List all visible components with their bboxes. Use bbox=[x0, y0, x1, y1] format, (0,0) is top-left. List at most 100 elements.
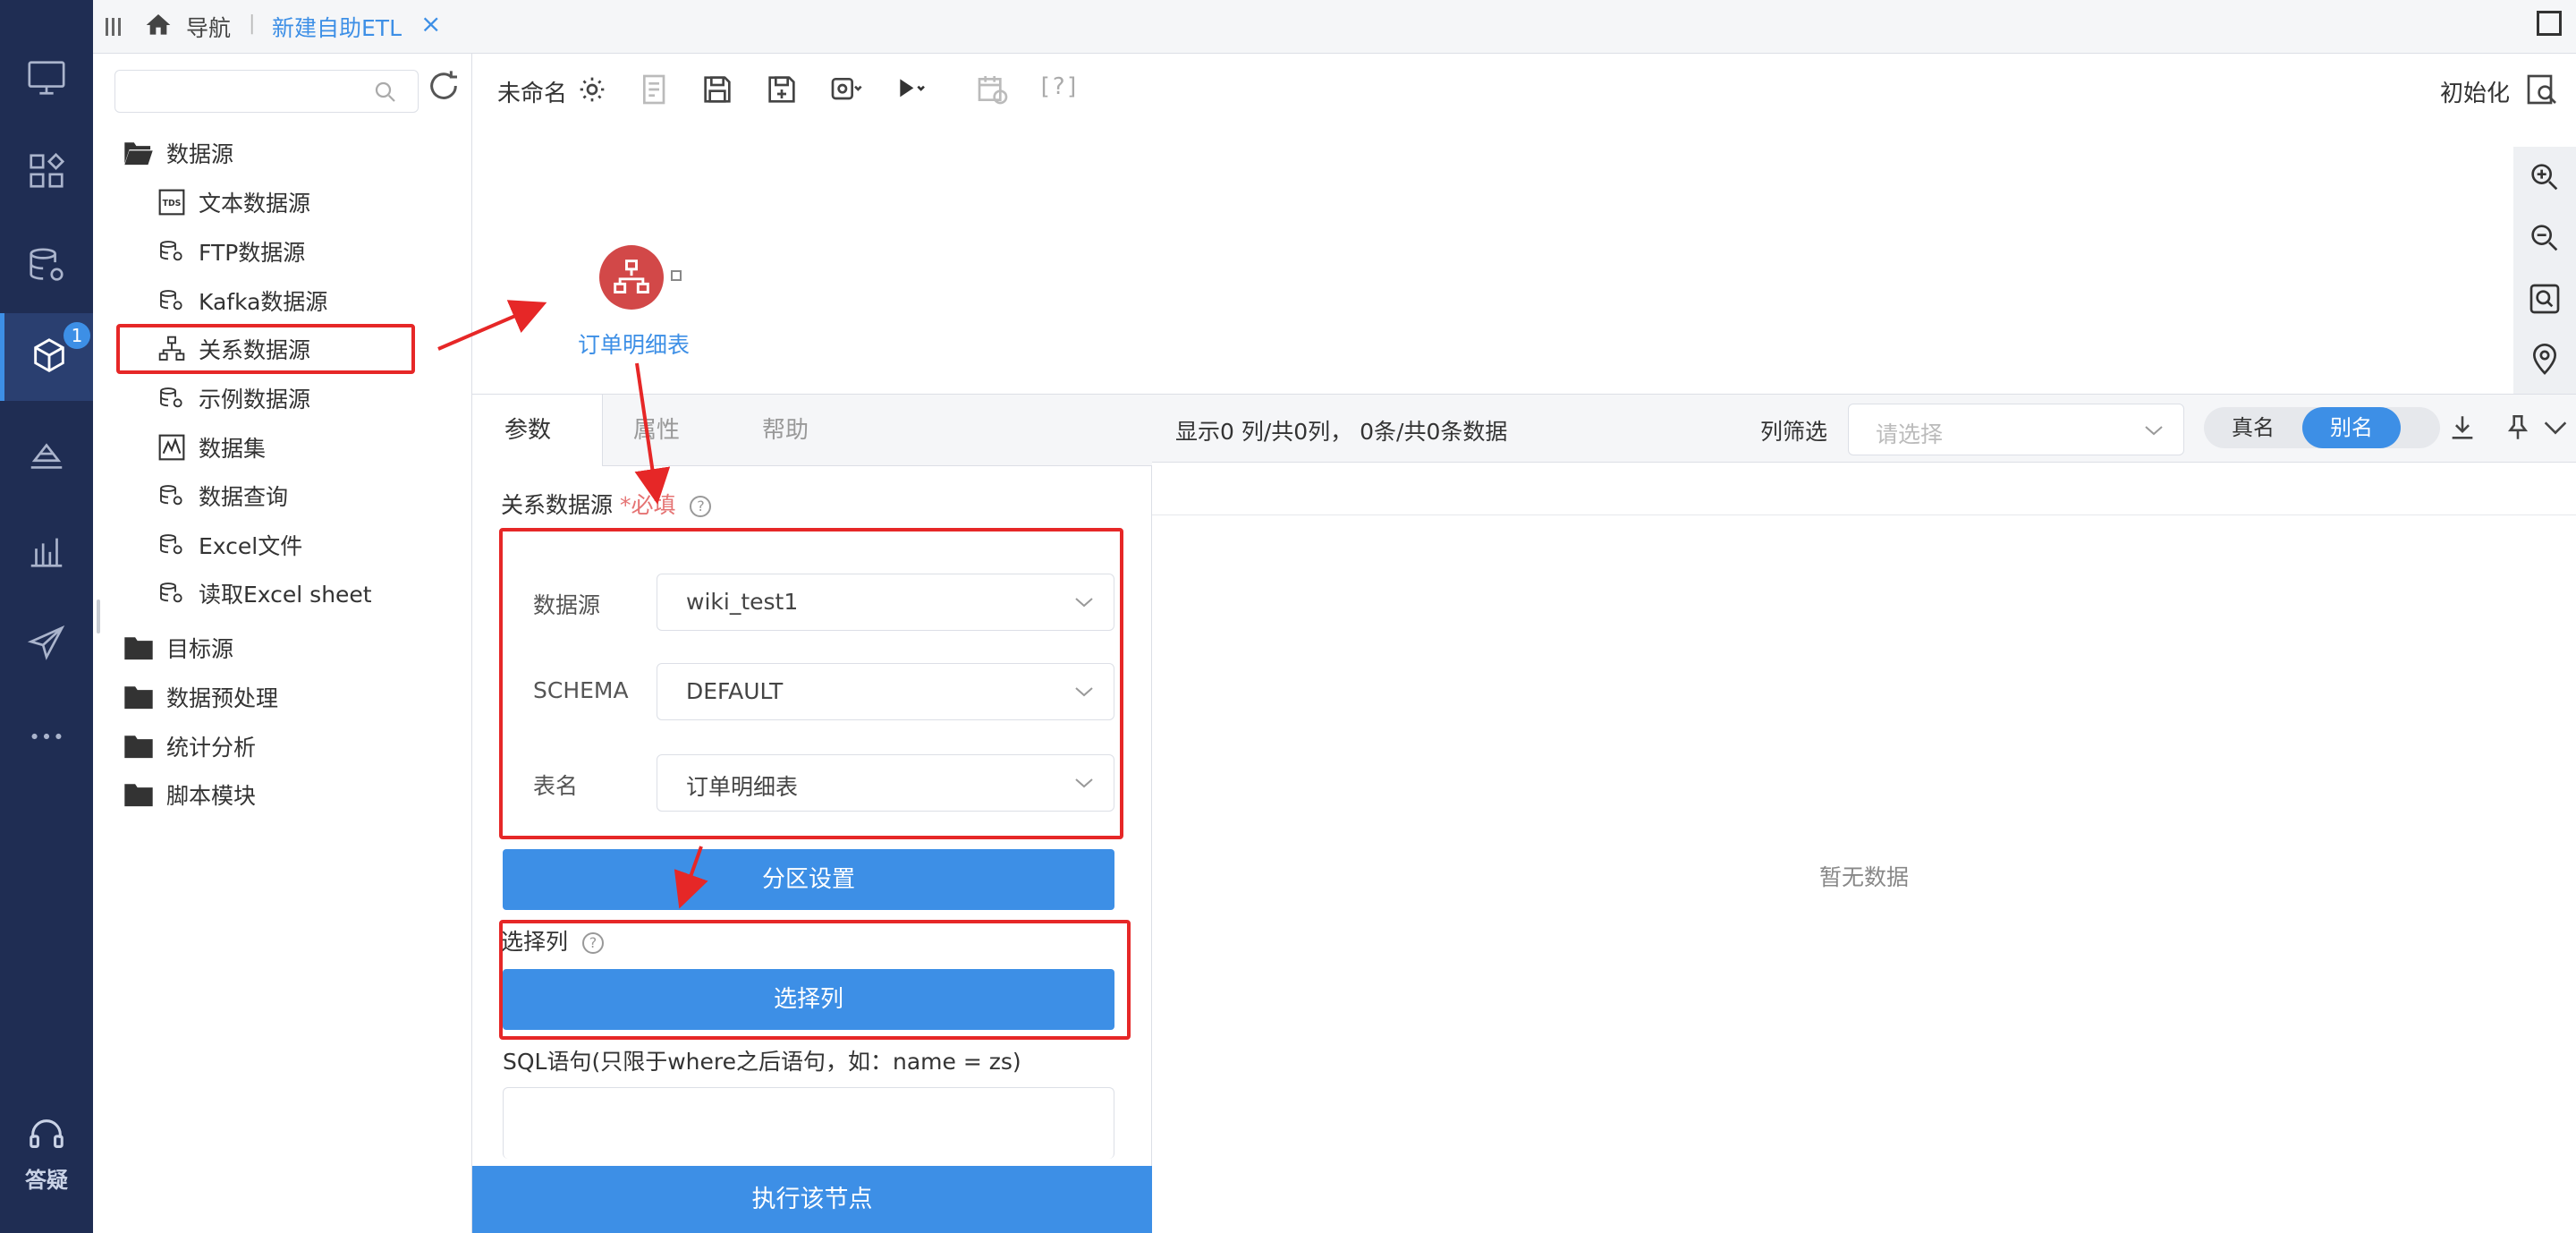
zoom-out-icon[interactable] bbox=[2527, 220, 2563, 256]
cubes-icon bbox=[33, 338, 64, 372]
etl-toolbar: 未命名 [?] 初始化 bbox=[472, 54, 2576, 125]
rail-monitor[interactable] bbox=[0, 34, 93, 122]
tab-attributes[interactable]: 属性 bbox=[633, 395, 680, 466]
tree-item-kafka-datasource[interactable]: Kafka数据源 bbox=[157, 279, 327, 322]
hierarchy-icon bbox=[614, 259, 649, 293]
toggle-alias[interactable]: 别名 bbox=[2302, 407, 2401, 448]
rail-report[interactable] bbox=[0, 506, 93, 594]
zoom-in-icon[interactable] bbox=[2527, 159, 2563, 195]
resize-handle[interactable] bbox=[97, 599, 100, 634]
data-preview-panel: 显示0 列/共0列， 0条/共0条数据 列筛选 请选择 真名 别名 暂无数据 bbox=[1152, 394, 2576, 1233]
tree-item-data-query[interactable]: 数据查询 bbox=[157, 474, 288, 517]
chevron-down-icon bbox=[1075, 778, 1093, 788]
search-icon[interactable] bbox=[372, 79, 399, 106]
rail-etl[interactable]: 1 bbox=[0, 313, 93, 401]
dataset-icon bbox=[158, 434, 185, 461]
schema-select[interactable]: DEFAULT bbox=[657, 663, 1114, 720]
datasource-value: wiki_test1 bbox=[686, 589, 799, 615]
help-label: 答疑 bbox=[25, 1168, 68, 1193]
download-icon[interactable] bbox=[2447, 412, 2478, 443]
tree-item-label: 数据集 bbox=[199, 436, 267, 462]
run-dropdown-icon[interactable] bbox=[893, 72, 928, 107]
tree-item-dataset[interactable]: 数据集 bbox=[157, 426, 266, 469]
tree-folder-target[interactable]: 目标源 bbox=[123, 626, 233, 669]
name-toggle[interactable]: 真名 别名 bbox=[2204, 407, 2440, 448]
table-select[interactable]: 订单明细表 bbox=[657, 754, 1114, 812]
more-dots-icon bbox=[31, 733, 62, 740]
save-icon[interactable] bbox=[699, 72, 735, 107]
preview-info: 显示0 列/共0列， 0条/共0条数据 bbox=[1175, 419, 1508, 445]
table-value: 订单明细表 bbox=[686, 774, 799, 800]
table-label: 表名 bbox=[533, 773, 579, 799]
tab-params[interactable]: 参数 bbox=[472, 395, 603, 466]
database-icon bbox=[160, 582, 182, 603]
document-icon[interactable] bbox=[637, 72, 673, 107]
rail-apps[interactable] bbox=[0, 127, 93, 215]
close-tab-icon[interactable]: × bbox=[420, 9, 441, 38]
etl-node[interactable] bbox=[599, 245, 664, 310]
tree-folder-datasource[interactable]: 数据源 bbox=[123, 132, 233, 174]
tree-folder-label: 统计分析 bbox=[166, 735, 257, 761]
help-bracket-icon[interactable]: [?] bbox=[1038, 73, 1080, 100]
tree-item-excel-file[interactable]: Excel文件 bbox=[157, 523, 302, 566]
tree-item-relational-datasource[interactable]: 关系数据源 bbox=[157, 327, 310, 370]
maximize-icon[interactable] bbox=[2537, 11, 2562, 36]
fit-view-icon[interactable] bbox=[2527, 281, 2563, 317]
hierarchy-icon bbox=[158, 336, 185, 361]
help-icon[interactable]: ? bbox=[690, 496, 712, 517]
node-label[interactable]: 订单明细表 bbox=[578, 327, 690, 360]
tab-help[interactable]: 帮助 bbox=[762, 395, 809, 466]
select-columns-title-text: 选择列 bbox=[501, 929, 569, 955]
home-icon[interactable] bbox=[143, 11, 174, 39]
column-filter-select[interactable]: 请选择 bbox=[1848, 404, 2184, 455]
collapse-icon[interactable] bbox=[2540, 412, 2571, 443]
rail-publish[interactable] bbox=[0, 599, 93, 687]
tree-folder-statistics[interactable]: 统计分析 bbox=[123, 725, 256, 768]
menu-icon[interactable] bbox=[104, 14, 123, 39]
tree-item-label: 文本数据源 bbox=[199, 191, 311, 217]
rail-analysis[interactable] bbox=[0, 412, 93, 499]
properties-panel: 参数 属性 帮助 关系数据源 *必填 ? 数据源 wiki_test1 SCHE… bbox=[472, 394, 1152, 1233]
sql-textarea[interactable] bbox=[503, 1087, 1114, 1159]
tree-item-label: FTP数据源 bbox=[199, 240, 306, 266]
locate-icon[interactable] bbox=[2527, 342, 2563, 378]
save-as-icon[interactable] bbox=[764, 72, 800, 107]
flow-title[interactable]: 未命名 bbox=[497, 75, 567, 108]
nav-tab-label[interactable]: 导航 bbox=[186, 11, 231, 43]
select-columns-button[interactable]: 选择列 bbox=[503, 969, 1114, 1030]
partition-settings-button[interactable]: 分区设置 bbox=[503, 849, 1114, 910]
rail-database-settings[interactable] bbox=[0, 222, 93, 310]
tree-folder-script[interactable]: 脚本模块 bbox=[123, 773, 256, 816]
datasource-select[interactable]: wiki_test1 bbox=[657, 574, 1114, 631]
tree-item-sample-datasource[interactable]: 示例数据源 bbox=[157, 377, 310, 420]
config-dropdown-icon[interactable] bbox=[828, 72, 864, 107]
run-node-button[interactable]: 执行该节点 bbox=[472, 1166, 1152, 1233]
section-title: 关系数据源 *必填 ? bbox=[501, 488, 712, 520]
column-filter-label: 列筛选 bbox=[1760, 419, 1828, 445]
tab-new-etl[interactable]: 新建自助ETL bbox=[272, 11, 402, 43]
database-icon bbox=[160, 387, 182, 408]
tree-folder-preprocess[interactable]: 数据预处理 bbox=[123, 676, 278, 719]
chevron-down-icon bbox=[1075, 598, 1093, 608]
settings-icon[interactable] bbox=[574, 72, 610, 107]
database-gear-icon bbox=[30, 248, 64, 281]
tree-item-text-datasource[interactable]: TDS 文本数据源 bbox=[157, 181, 310, 224]
init-button[interactable]: 初始化 bbox=[2440, 75, 2510, 108]
rail-help[interactable]: 答疑 bbox=[0, 1114, 93, 1194]
pin-icon[interactable] bbox=[2503, 412, 2533, 443]
toggle-real-name[interactable]: 真名 bbox=[2204, 407, 2302, 448]
refresh-icon[interactable] bbox=[426, 68, 462, 104]
help-icon[interactable]: ? bbox=[581, 932, 604, 954]
schedule-icon[interactable] bbox=[975, 72, 1011, 107]
tree-item-excel-sheet[interactable]: 读取Excel sheet bbox=[157, 572, 372, 615]
tree-folder-label: 目标源 bbox=[166, 636, 234, 662]
zoom-controls bbox=[2513, 147, 2576, 394]
etl-canvas[interactable]: 订单明细表 bbox=[472, 125, 2576, 394]
rail-more[interactable] bbox=[0, 693, 93, 780]
node-output-port[interactable] bbox=[671, 270, 682, 281]
left-rail: 1 答疑 bbox=[0, 0, 93, 1233]
preview-search-icon[interactable] bbox=[2524, 72, 2560, 107]
tree-item-ftp-datasource[interactable]: FTP数据源 bbox=[157, 230, 305, 273]
monitor-icon bbox=[28, 61, 65, 95]
tree-item-label: 读取Excel sheet bbox=[199, 582, 372, 608]
